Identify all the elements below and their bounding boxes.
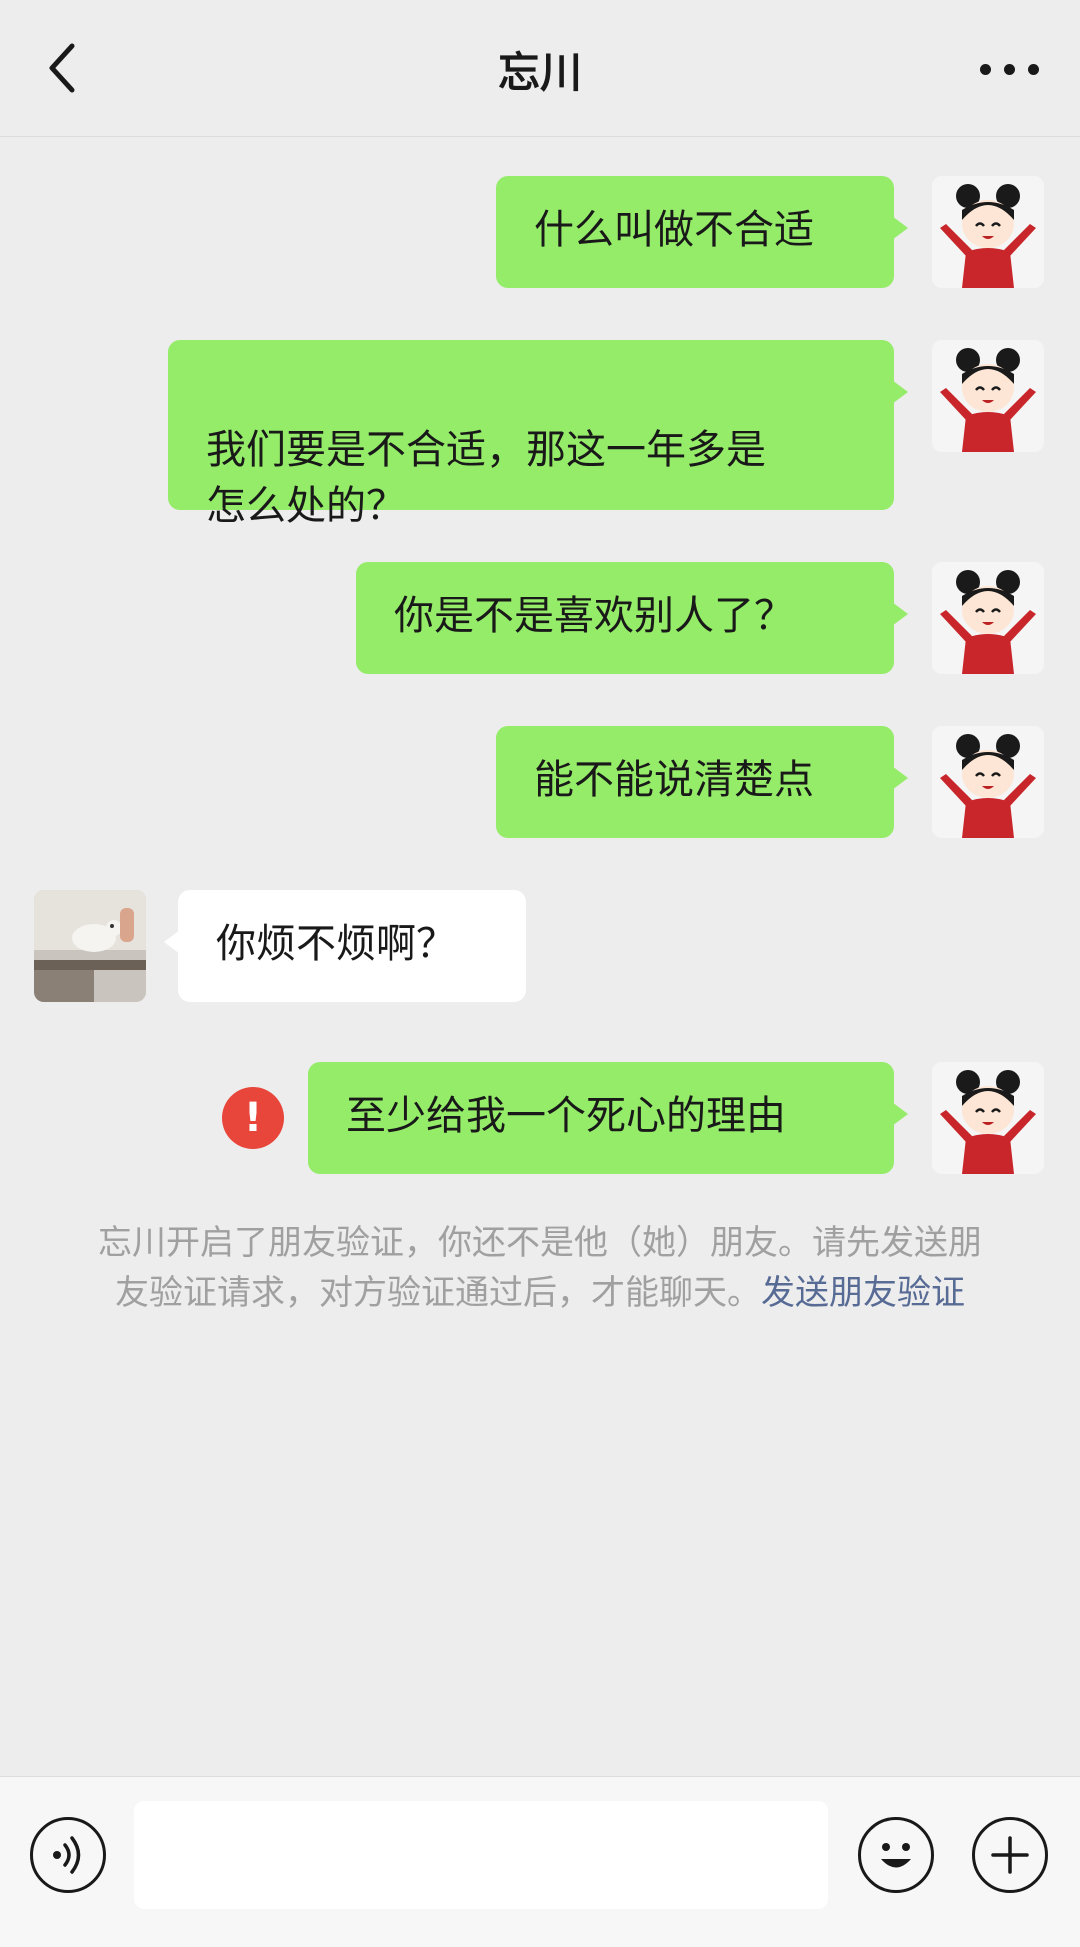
cartoon-girl-avatar-icon (932, 176, 1044, 288)
input-bar (0, 1776, 1080, 1947)
friend-verification-notice: 忘川开启了朋友验证，你还不是他（她）朋友。请先发送朋友验证请求，对方验证通过后，… (96, 1218, 984, 1318)
message-text: 你烦不烦啊？ (216, 921, 456, 967)
message-bubble[interactable]: 能不能说清楚点 (496, 726, 908, 838)
contact-avatar[interactable] (34, 890, 146, 1002)
chat-header: 忘川 (0, 0, 1080, 137)
message-text: 你是不是喜欢别人了？ (394, 593, 794, 639)
emoji-button[interactable] (858, 1817, 934, 1893)
message-text: 能不能说清楚点 (534, 757, 814, 803)
send-failed-icon[interactable]: ! (222, 1087, 284, 1149)
chat-title: 忘川 (497, 48, 582, 97)
cartoon-girl-avatar-icon (932, 1062, 1044, 1174)
message-bubble[interactable]: 你烦不烦啊？ (164, 890, 526, 1002)
send-failed-mark: ! (243, 1095, 263, 1141)
chevron-left-icon (49, 43, 75, 93)
plus-button[interactable] (972, 1817, 1048, 1893)
message-text: 什么叫做不合适 (534, 207, 814, 253)
message-text: 至少给我一个死心的理由 (346, 1093, 786, 1139)
my-avatar[interactable] (932, 726, 1044, 838)
my-avatar[interactable] (932, 1062, 1044, 1174)
message-bubble[interactable]: 什么叫做不合适 (496, 176, 908, 288)
my-avatar[interactable] (932, 340, 1044, 452)
message-input[interactable] (134, 1801, 828, 1909)
cartoon-girl-avatar-icon (932, 340, 1044, 452)
photo-avatar-icon (34, 890, 146, 1002)
my-avatar[interactable] (932, 562, 1044, 674)
message-bubble[interactable]: 你是不是喜欢别人了？ (356, 562, 908, 674)
message-bubble[interactable]: 我们要是不合适，那这一年多是 怎么处的？ (168, 340, 908, 529)
cartoon-girl-avatar-icon (932, 726, 1044, 838)
plus-icon (991, 1836, 1029, 1874)
emoji-icon (881, 1843, 911, 1868)
voice-icon (53, 1836, 81, 1874)
send-friend-request-link[interactable]: 发送朋友验证 (761, 1273, 965, 1313)
more-dots-icon[interactable] (980, 56, 1040, 80)
voice-button[interactable] (30, 1817, 106, 1893)
message-bubble[interactable]: 至少给我一个死心的理由 (308, 1062, 908, 1174)
cartoon-girl-avatar-icon (932, 562, 1044, 674)
message-text: 我们要是不合适，那这一年多是 怎么处的？ (206, 427, 766, 529)
back-button[interactable] (40, 40, 88, 96)
my-avatar[interactable] (932, 176, 1044, 288)
